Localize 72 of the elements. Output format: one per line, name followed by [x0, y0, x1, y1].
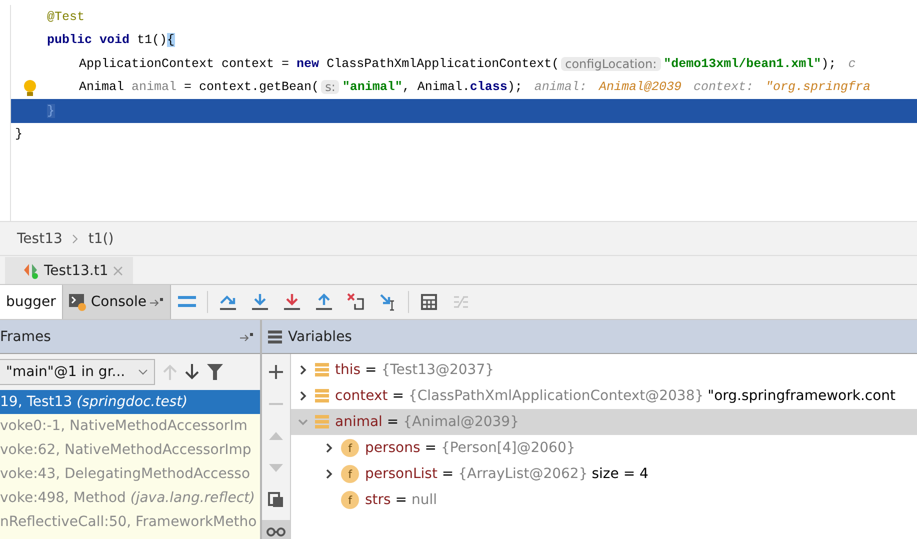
parameter-hint: configLocation:	[561, 56, 661, 71]
code-token: public void	[47, 33, 130, 48]
stack-icon	[315, 415, 329, 429]
variable-text: animal = {Animal@2039}	[335, 414, 519, 430]
code-token: {	[167, 33, 175, 48]
debug-tab[interactable]: Console	[62, 285, 172, 319]
code-token: class	[470, 80, 508, 94]
code-token: }	[47, 104, 55, 118]
code-token: @Test	[47, 10, 85, 24]
variable-text: personList = {ArrayList@2062} size = 4	[365, 466, 648, 482]
chevron-icon	[72, 234, 78, 244]
code-token: Animal@2039	[598, 80, 682, 94]
down-arrow-icon[interactable]	[185, 364, 199, 380]
down-arrow-icon[interactable]	[251, 293, 270, 311]
pin-icon[interactable]	[240, 332, 254, 340]
panel-title: Frames	[0, 328, 52, 344]
pin-icon[interactable]	[150, 298, 164, 306]
run-tab[interactable]: Test13.t1	[5, 257, 134, 284]
code-token: animal:	[534, 80, 587, 94]
code-token: animal	[132, 80, 177, 94]
variable-row[interactable]: context = {ClassPathXmlApplicationContext@2038} "org.springframework.cont	[291, 383, 917, 409]
field-badge: f	[341, 491, 359, 509]
code-token: context:	[693, 80, 754, 94]
code-token: new	[296, 56, 320, 71]
code-token: = context.getBean(	[183, 80, 320, 94]
code-token: Animal	[79, 80, 126, 94]
down-arrow-icon[interactable]	[283, 293, 302, 311]
calculator-icon[interactable]	[421, 294, 438, 310]
lightbulb-icon[interactable]	[23, 80, 37, 96]
chevron-icon	[138, 369, 148, 375]
code-token: t1()	[136, 33, 168, 48]
code-token: );	[821, 56, 836, 71]
code-token: c	[848, 56, 856, 71]
variable-text: strs = null	[365, 492, 438, 508]
code-token: , Animal.	[402, 80, 470, 94]
variable-text: context = {ClassPathXmlApplicationContext@2038} "org.springframework.cont	[335, 388, 896, 404]
step-over-icon[interactable]	[219, 293, 238, 311]
stack-icon	[315, 363, 329, 377]
stack-icon	[315, 389, 329, 403]
code-token: "org.springfra	[765, 80, 870, 94]
variable-row[interactable]: this = {Test13@2037}	[291, 357, 917, 383]
code-token: );	[507, 80, 522, 94]
lines-icon[interactable]	[178, 295, 196, 309]
filter-icon[interactable]	[207, 364, 223, 380]
glasses-icon[interactable]	[266, 527, 286, 537]
debug-tab[interactable]: bugger	[0, 285, 63, 319]
panel-title: Variables	[288, 328, 353, 344]
field-badge: f	[341, 465, 359, 483]
up-arrow-icon[interactable]	[315, 293, 334, 311]
run-arrows-icon	[23, 262, 39, 278]
code-token: }	[15, 127, 23, 142]
code-token: "demo13xml/bean1.xml"	[664, 56, 822, 71]
copy-icon[interactable]	[268, 492, 284, 508]
code-token: "animal"	[342, 80, 402, 94]
plus-icon[interactable]	[269, 365, 283, 379]
console-icon	[68, 293, 87, 311]
code-token: ApplicationContext context =	[79, 56, 290, 71]
breadcrumb-item[interactable]: t1()	[88, 230, 114, 246]
variable-text: this = {Test13@2037}	[335, 362, 494, 378]
variable-row[interactable]: animal = {Animal@2039}	[291, 409, 917, 435]
lines-icon	[268, 330, 282, 344]
frame-row[interactable]: 19, Test13 (springdoc.test)	[0, 390, 260, 414]
field-badge: f	[341, 439, 359, 457]
variable-row[interactable]: f strs = null	[291, 487, 917, 513]
cross-frame-icon[interactable]	[347, 293, 366, 311]
variable-row[interactable]: f personList = {ArrayList@2062} size = 4	[291, 461, 917, 487]
code-token: ClassPathXmlApplicationContext(	[326, 56, 560, 71]
variable-row[interactable]: f persons = {Person[4]@2060}	[291, 435, 917, 461]
thread-dropdown[interactable]: "main"@1 in gr...	[0, 359, 155, 385]
parameter-hint: s:	[321, 80, 340, 94]
breadcrumb-item[interactable]: Test13	[17, 230, 62, 246]
variable-text: persons = {Person[4]@2060}	[365, 440, 576, 456]
